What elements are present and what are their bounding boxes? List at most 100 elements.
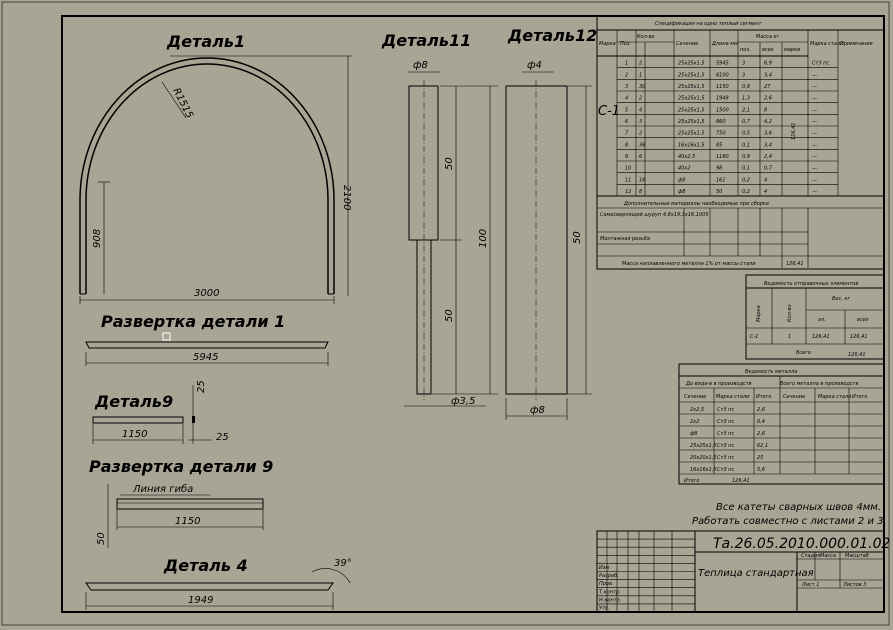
elements-total-label: Всего: [796, 350, 811, 356]
elements-head-mark: Марка: [756, 305, 762, 322]
steel-cell-value: 2,6: [757, 407, 765, 413]
spec-cell-mass-all: 3,4: [764, 72, 772, 78]
spec-mark: С-1: [598, 104, 620, 119]
spec-cell-length: 1180: [716, 154, 729, 160]
steel-col: Сечение: [783, 394, 805, 400]
steel-title: Ведомость металла: [745, 369, 797, 375]
dim-5945: 5945: [193, 352, 218, 363]
spec-cell-steel: —: [812, 84, 817, 90]
spec-cell-section: ф8: [678, 177, 685, 183]
steel-cell-value: 0,4: [757, 419, 765, 425]
spec-cell-steel: —: [812, 107, 817, 113]
dim-d11-50b: 50: [444, 309, 455, 322]
spec-cell-mass-all: 2,6: [764, 96, 772, 102]
spec-cell-length: 1150: [716, 84, 729, 90]
dim-dia8-top: ф8: [413, 60, 428, 71]
spec-cell-mass-all: 4,2: [764, 119, 772, 125]
spec-cell-pos: 12: [625, 189, 631, 195]
steel-cell-value: 25: [757, 455, 763, 461]
dim-3000: 3000: [194, 288, 219, 299]
stamp-left-label: Т.контр.: [599, 589, 621, 595]
spec-cell-qty: 30: [639, 84, 645, 90]
elements-head-el: эл.: [818, 317, 826, 323]
dim-angle: 39°: [334, 558, 352, 569]
spec-cell-qty: 38: [639, 142, 645, 148]
steel-col: Марка стали: [716, 394, 750, 400]
spec-cell-pos: 8: [625, 142, 628, 148]
spec-extra-row: Монтажная резьба: [600, 236, 650, 242]
elements-row-m2: 126,41: [850, 334, 868, 340]
title-detail12: Деталь12: [507, 26, 597, 45]
spec-cell-mass-all: 6,9: [764, 61, 772, 67]
stamp-left-label: Пров.: [599, 581, 614, 587]
spec-cell-pos: 5: [625, 107, 628, 113]
spec-cell-pos: 11: [625, 177, 631, 183]
stamp-left-label: Разраб.: [599, 573, 619, 579]
spec-cell-section: 16х16х1,5: [678, 142, 705, 148]
steel-cell-section: 2х2,5: [690, 407, 704, 413]
spec-cell-qty: 1: [639, 72, 642, 78]
title-detail9: Деталь9: [94, 392, 173, 411]
elements-head-qty: Кол-во: [787, 304, 793, 322]
spec-cell-steel: —: [812, 189, 817, 195]
spec-extra-note: Масса наплавленного металла 1% от массы …: [622, 261, 756, 267]
steel-col: Марка стали: [818, 394, 852, 400]
spec-cell-steel: —: [812, 72, 817, 78]
spec-cell-section: 25х25х1,5: [678, 131, 705, 137]
spec-head-mass-sub: поз.: [740, 47, 751, 53]
spec-cell-mass: 0,7: [742, 119, 751, 125]
spec-cell-mass: 1,3: [742, 96, 750, 102]
dim-1949: 1949: [188, 595, 213, 606]
note-sheets: Работать совместно с листами 2 и 3.: [692, 515, 887, 527]
elements-head-total: всех: [857, 317, 869, 323]
steel-cell-steel: Ст3 пс: [717, 443, 734, 449]
spec-cell-length: 5945: [716, 61, 729, 67]
steel-cell-section: 16х16х1,5: [690, 467, 717, 473]
dim-dia4: ф4: [527, 60, 542, 71]
spec-cell-mass-all: 2,4: [764, 154, 772, 160]
steel-cell-section: 25х25х1,5: [690, 443, 717, 449]
spec-head-note: Примечание: [840, 41, 873, 47]
steel-total-val: 126,41: [732, 478, 750, 484]
spec-cell-mass-all: 27: [764, 84, 771, 90]
detail9-section: [192, 416, 195, 423]
spec-head-mark: Марка: [599, 41, 616, 47]
spec-cell-mass-all: 4: [764, 189, 767, 195]
spec-cell-mass: 3: [742, 61, 745, 67]
spec-cell-section: 25х25х1,5: [678, 119, 705, 125]
dim-25b: 25: [216, 432, 229, 443]
spec-cell-pos: 3: [625, 84, 628, 90]
steel-col: Итого: [756, 394, 771, 400]
steel-cell-section: ф8: [690, 431, 697, 437]
spec-cell-pos: 2: [625, 72, 628, 78]
spec-cell-steel: Ст3 пс: [812, 61, 829, 67]
stamp-left-label: Утв.: [599, 606, 610, 612]
steel-left-head: До вида-в в производств: [685, 381, 752, 387]
steel-cell-steel: Ст3 пс: [717, 407, 734, 413]
stamp-name: Теплица стандартная: [698, 568, 814, 579]
dim-1150b: 1150: [175, 516, 200, 527]
spec-head-pos: Поз: [620, 41, 630, 47]
spec-cell-qty: 3: [639, 119, 642, 125]
spec-head-mass-sub: всех: [762, 47, 774, 53]
title-unfold1: Развертка детали 1: [101, 312, 285, 331]
spec-cell-mass-all: 0,7: [764, 166, 773, 172]
elements-row-mark: С-1: [750, 334, 758, 340]
spec-cell-length: 6100: [716, 72, 729, 78]
spec-cell-steel: —: [812, 154, 817, 160]
stamp-col: Стадия: [801, 553, 820, 559]
steel-cell-steel: Ст3 пс: [717, 419, 734, 425]
elements-row-qty: 1: [788, 334, 791, 340]
spec-cell-qty: 6: [639, 154, 642, 160]
steel-cell-section: 20х20х1,5: [690, 455, 717, 461]
dim-d11-50a: 50: [444, 157, 455, 170]
elements-title: Ведомость отправочных элементов: [764, 281, 858, 287]
spec-cell-pos: 10: [625, 166, 631, 172]
elements-head-mass: Вес, кг: [832, 296, 850, 302]
note-welds: Все катеты сварных швов 4мм.: [716, 502, 881, 513]
spec-head-mass: Масса кг: [756, 34, 780, 40]
steel-cell-steel: Ст3 пс: [717, 467, 734, 473]
title-detail1: Деталь1: [166, 32, 245, 51]
spec-extra-title: Дополнительные материалы необходимые при…: [623, 201, 769, 207]
spec-cell-section: 25х25х1,5: [678, 96, 705, 102]
